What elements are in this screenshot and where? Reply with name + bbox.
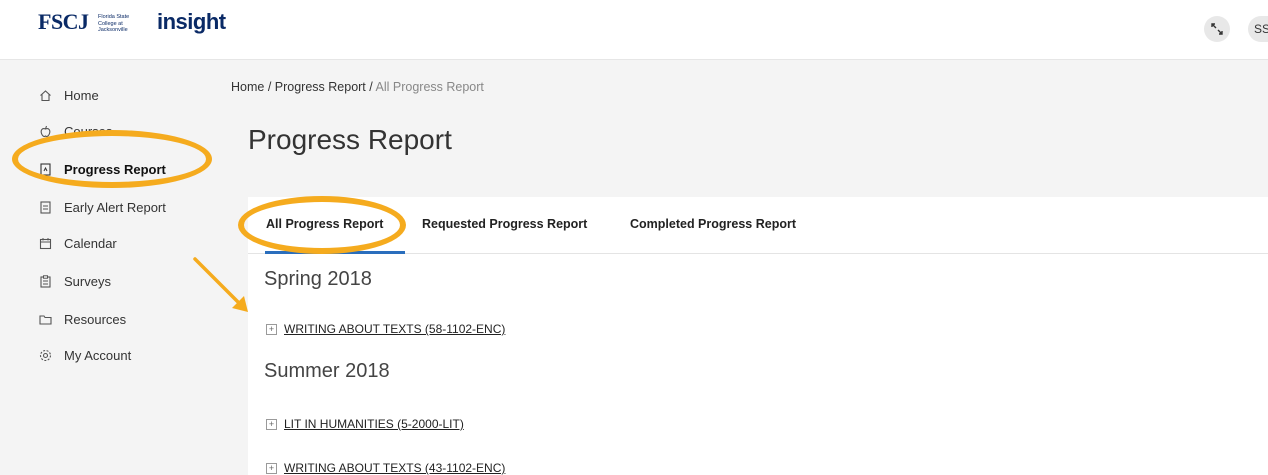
course-link[interactable]: LIT IN HUMANITIES (5-2000-LIT) — [284, 417, 464, 431]
expand-plus-icon[interactable]: + — [266, 462, 277, 474]
sidebar-item-label: Resources — [64, 311, 127, 327]
expand-icon-graphic — [1211, 23, 1223, 35]
course-link[interactable]: WRITING ABOUT TEXTS (58-1102-ENC) — [284, 322, 505, 336]
term-heading-spring-2018: Spring 2018 — [264, 268, 372, 290]
term-heading-summer-2018: Summer 2018 — [264, 360, 390, 382]
progress-report-card: All Progress Report Requested Progress R… — [248, 197, 1268, 475]
avatar[interactable]: SS — [1248, 16, 1268, 42]
insight-logo[interactable]: insight — [157, 9, 226, 35]
course-link[interactable]: WRITING ABOUT TEXTS (43-1102-ENC) — [284, 461, 505, 475]
sidebar-item-label: Courses — [64, 123, 113, 139]
sidebar-item-home[interactable]: Home — [38, 85, 99, 105]
sidebar-item-label: My Account — [64, 347, 132, 363]
clipboard-icon — [38, 274, 52, 288]
course-item[interactable]: + WRITING ABOUT TEXTS (58-1102-ENC) — [266, 322, 505, 336]
report-icon — [38, 162, 52, 176]
sidebar-item-label: Surveys — [64, 273, 111, 289]
tab-completed-progress-report[interactable]: Completed Progress Report — [630, 217, 796, 231]
breadcrumb-separator: / — [365, 80, 376, 94]
breadcrumb-home[interactable]: Home — [231, 80, 264, 94]
sidebar-item-label: Early Alert Report — [64, 199, 166, 215]
course-item[interactable]: + LIT IN HUMANITIES (5-2000-LIT) — [266, 417, 464, 431]
sidebar-item-calendar[interactable]: Calendar — [38, 233, 117, 253]
sidebar-item-label: Home — [64, 87, 99, 103]
expand-icon[interactable] — [1204, 16, 1230, 42]
breadcrumb: Home / Progress Report / All Progress Re… — [231, 80, 484, 94]
sidebar-item-label: Progress Report — [64, 161, 166, 177]
sidebar-item-courses[interactable]: Courses — [38, 121, 112, 141]
sidebar-item-early-alert-report[interactable]: Early Alert Report — [38, 197, 166, 217]
gear-icon — [38, 348, 52, 362]
tab-bar: All Progress Report Requested Progress R… — [248, 197, 1268, 254]
expand-plus-icon[interactable]: + — [266, 323, 277, 335]
fscj-logo[interactable]: FSCJ — [38, 9, 89, 35]
expand-plus-icon[interactable]: + — [266, 418, 277, 430]
sidebar-item-surveys[interactable]: Surveys — [38, 271, 111, 291]
document-icon — [38, 200, 52, 214]
calendar-icon — [38, 236, 52, 250]
sidebar-item-label: Calendar — [64, 235, 117, 251]
tab-requested-progress-report[interactable]: Requested Progress Report — [422, 217, 587, 231]
fscj-logo-subtitle: Florida State College at Jacksonville — [98, 14, 130, 33]
sidebar-item-progress-report[interactable]: Progress Report — [38, 159, 166, 179]
folder-icon — [38, 312, 52, 326]
annotation-arrow-icon — [193, 257, 248, 312]
home-icon — [38, 88, 52, 102]
apple-icon — [38, 124, 52, 138]
sidebar: Home Courses Progress Report Early Alert… — [0, 60, 215, 475]
page-title: Progress Report — [248, 124, 452, 155]
breadcrumb-current: All Progress Report — [375, 80, 484, 94]
main-content: Home / Progress Report / All Progress Re… — [215, 60, 1268, 475]
breadcrumb-separator: / — [264, 80, 275, 94]
breadcrumb-progress-report[interactable]: Progress Report — [275, 80, 366, 94]
sidebar-item-my-account[interactable]: My Account — [38, 345, 131, 365]
top-bar: FSCJ Florida State College at Jacksonvil… — [0, 0, 1268, 60]
course-item[interactable]: + WRITING ABOUT TEXTS (43-1102-ENC) — [266, 461, 505, 475]
sidebar-item-resources[interactable]: Resources — [38, 309, 126, 329]
active-tab-indicator — [265, 251, 405, 254]
tab-all-progress-report[interactable]: All Progress Report — [266, 217, 383, 231]
